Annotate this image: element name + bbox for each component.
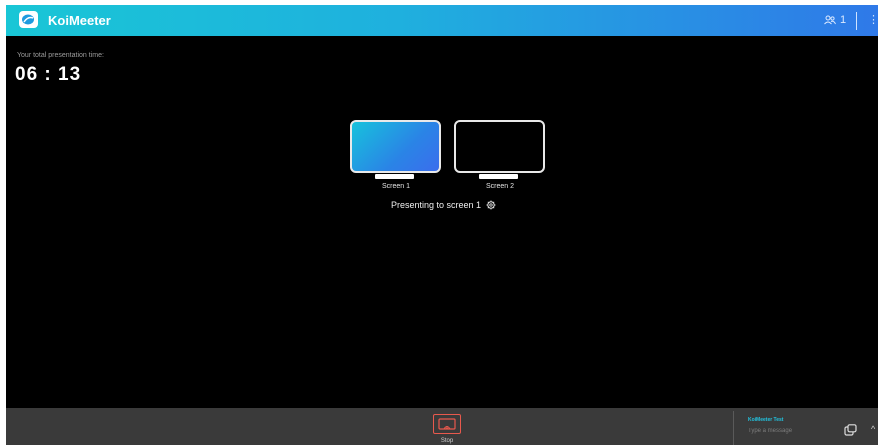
presentation-time-label: Your total presentation time: [17,52,104,59]
presentation-timer: 06 : 13 [15,64,82,85]
bottom-toolbar: Stop KoiMeeter Test ^ [6,408,878,445]
attach-icon[interactable] [844,424,857,436]
participants-icon [824,15,836,25]
app-title: KoiMeeter [48,13,111,28]
participant-count: 1 [840,14,847,26]
screen-2-option[interactable] [454,120,545,173]
settings-icon[interactable] [486,200,496,210]
cast-stop-icon [438,417,456,430]
presenting-status-text: Presenting to screen 1 [391,200,482,210]
header-bar: KoiMeeter 1 ⋮ [6,5,878,36]
header-divider [856,12,857,30]
koimeeter-logo-icon [19,11,38,28]
chat-panel: KoiMeeter Test ^ [733,411,878,445]
app-window: KoiMeeter 1 ⋮ Your total presentation ti… [6,5,878,445]
screen-2-label: Screen 2 [485,183,515,190]
stop-label: Stop [440,438,454,444]
stop-sharing-button[interactable] [433,414,461,434]
more-vertical-icon[interactable]: ⋮ [868,14,878,27]
chat-message-input[interactable] [748,428,828,434]
screen-1-label: Screen 1 [381,183,411,190]
screen-1-option[interactable] [350,120,441,173]
chevron-up-icon[interactable]: ^ [871,425,875,434]
presenting-status: Presenting to screen 1 [391,200,496,210]
chat-sender-name: KoiMeeter Test [748,417,784,423]
screen-1-stand [375,174,414,179]
participants-button[interactable]: 1 [824,14,846,26]
screen-2-stand [479,174,518,179]
